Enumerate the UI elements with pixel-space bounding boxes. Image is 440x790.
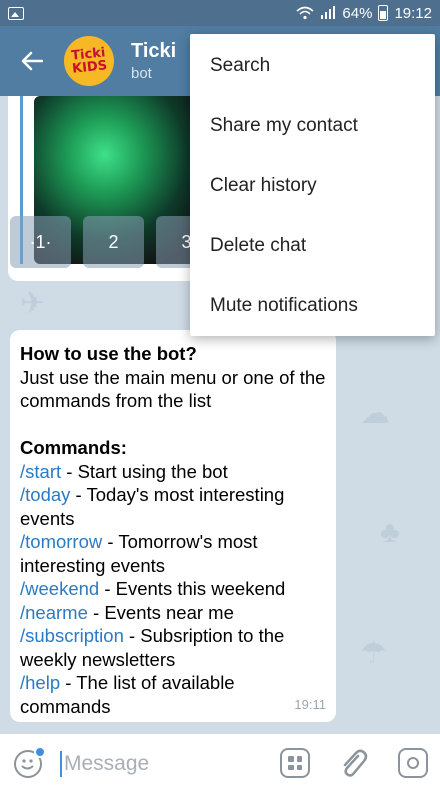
message-intro: Just use the main menu or one of the com… <box>20 366 326 412</box>
wifi-icon <box>296 6 314 20</box>
avatar[interactable]: Ticki KIDS <box>61 33 117 89</box>
menu-item-clear-history[interactable]: Clear history <box>190 156 435 216</box>
doodle-icon: ☂ <box>360 637 387 670</box>
composer <box>0 734 440 790</box>
command-line: /subscription - Subsription to the weekl… <box>20 624 326 671</box>
menu-item-share-contact[interactable]: Share my contact <box>190 96 435 156</box>
emoji-button[interactable] <box>14 746 46 778</box>
menu-item-search[interactable]: Search <box>190 36 435 96</box>
message-time: 19:11 <box>294 696 326 712</box>
overflow-menu: Search Share my contact Clear history De… <box>190 34 435 336</box>
battery-percent: 64% <box>342 4 373 22</box>
command-link-today[interactable]: /today <box>20 484 70 505</box>
clock: 19:12 <box>394 4 432 22</box>
command-desc: - Events this weekend <box>99 578 286 599</box>
message-heading: How to use the bot? <box>20 343 197 364</box>
command-link-start[interactable]: /start <box>20 461 61 482</box>
doodle-icon: ✈ <box>20 287 46 320</box>
command-link-help[interactable]: /help <box>20 672 60 693</box>
doodle-icon: ♣ <box>380 516 400 549</box>
page-button-1[interactable]: ·1· <box>10 216 71 268</box>
signal-icon <box>321 6 336 19</box>
status-bar: 64% 19:12 <box>0 0 440 26</box>
command-link-tomorrow[interactable]: /tomorrow <box>20 531 102 552</box>
bot-keyboard-button[interactable] <box>280 748 310 778</box>
chat-subtitle: bot <box>131 65 152 82</box>
battery-icon <box>378 5 389 21</box>
command-line: /weekend - Events this weekend <box>20 577 326 601</box>
command-desc: - Start using the bot <box>61 460 228 482</box>
help-message[interactable]: How to use the bot? Just use the main me… <box>10 330 336 722</box>
page-button-2[interactable]: 2 <box>83 216 144 268</box>
text-cursor <box>60 751 62 777</box>
camera-button[interactable] <box>398 748 428 778</box>
status-right: 64% 19:12 <box>296 5 432 22</box>
menu-item-mute[interactable]: Mute notifications <box>190 276 435 336</box>
keyboard-grid-icon <box>288 756 294 762</box>
command-link-weekend[interactable]: /weekend <box>20 578 99 599</box>
gallery-icon <box>8 6 24 20</box>
paperclip-icon <box>343 749 368 777</box>
keyboard-grid-icon <box>288 764 294 770</box>
keyboard-grid-icon <box>296 756 302 762</box>
notification-dot <box>34 746 46 758</box>
commands-title: Commands: <box>20 437 127 458</box>
chat-title-block[interactable]: Ticki bot <box>131 40 176 82</box>
chat-title: Ticki <box>131 40 177 62</box>
avatar-text-2: KIDS <box>71 58 108 77</box>
menu-item-delete-chat[interactable]: Delete chat <box>190 216 435 276</box>
command-line: /start - Start using the bot <box>20 460 326 484</box>
command-line: /nearme - Events near me <box>20 601 326 625</box>
attach-button[interactable] <box>338 746 368 780</box>
doodle-icon: ☁ <box>360 397 390 430</box>
message-input[interactable] <box>64 752 264 776</box>
back-button[interactable] <box>0 26 64 96</box>
camera-icon <box>407 757 419 769</box>
keyboard-grid-icon <box>296 764 302 770</box>
command-desc: - Events near me <box>87 601 234 623</box>
arrow-left-icon <box>21 51 43 71</box>
message-field[interactable] <box>60 750 264 778</box>
inline-keyboard: ·1· 2 3 <box>10 216 217 268</box>
command-link-subscription[interactable]: /subscription <box>20 625 124 646</box>
command-line: /tomorrow - Tomorrow's most interesting … <box>20 530 326 577</box>
command-line: /today - Today's most interesting events <box>20 483 326 530</box>
command-line: /help - The list of available commands <box>20 671 326 718</box>
command-link-nearme[interactable]: /nearme <box>20 602 88 623</box>
